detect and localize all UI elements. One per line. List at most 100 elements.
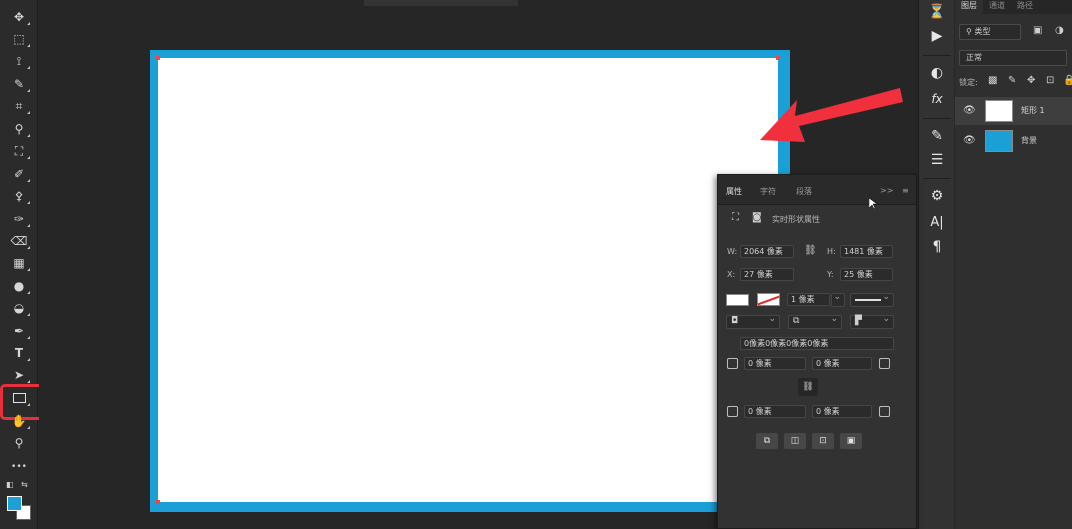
stroke-cap-dropdown[interactable]: ⧉ — [788, 314, 842, 329]
exclude-shapes-button[interactable]: ▣ — [840, 433, 862, 449]
blend-mode-select[interactable]: 正常 — [959, 50, 1067, 66]
swap-colors-icon[interactable]: ⇆ — [21, 480, 28, 489]
link-icon[interactable]: ⛓ — [804, 245, 817, 256]
corner-radii-field[interactable]: 0像素0像素0像素0像素 — [740, 337, 894, 350]
image-filter-icon[interactable]: ▣ — [1033, 25, 1042, 36]
corner-br-field[interactable]: 0 像素 — [812, 405, 872, 418]
tab-properties[interactable]: 属性 — [726, 186, 742, 197]
layer-row-rectangle[interactable]: 👁 矩形 1 — [955, 97, 1072, 125]
x-field[interactable]: 27 像素 — [740, 268, 794, 281]
mouse-cursor — [869, 198, 877, 210]
combine-shapes-button[interactable]: ⧉ — [756, 433, 778, 449]
corner-tl-field[interactable]: 0 像素 — [744, 357, 806, 370]
dock-separator — [923, 118, 951, 119]
photoshop-window: ✥ ⬚ ⟟ ✎ ⌗ ⚲ ⛶ ✐ ⚴ ✑ ⌫ ▦ ● ◒ ✒ T ➤ ✋ ⚲ ••… — [0, 0, 1072, 529]
patch-tool[interactable]: ⛶ — [8, 142, 30, 160]
tab-character[interactable]: 字符 — [760, 186, 776, 197]
corner-bl-field[interactable]: 0 像素 — [744, 405, 806, 418]
properties-icon[interactable]: ⚙ — [927, 186, 947, 206]
h-label: H: — [827, 247, 836, 256]
lock-image-icon[interactable]: ✎ — [1008, 75, 1016, 86]
subtract-shapes-button[interactable]: ◫ — [784, 433, 806, 449]
anchor-point-top-left[interactable] — [156, 56, 160, 60]
character-icon[interactable]: A| — [927, 212, 947, 232]
visibility-eye-icon[interactable]: 👁 — [963, 135, 976, 146]
anchor-point-top-right[interactable] — [776, 56, 780, 60]
link-corners-button[interactable]: ⛓ — [798, 378, 818, 396]
panel-menu-icon[interactable]: ≡ — [902, 186, 909, 195]
lock-transparent-icon[interactable]: ▩ — [988, 75, 997, 86]
lock-all-icon[interactable]: 🔒 — [1063, 75, 1072, 86]
height-field[interactable]: 1481 像素 — [840, 245, 893, 258]
stroke-width-field[interactable]: 1 像素 — [787, 293, 830, 306]
adjustment-filter-icon[interactable]: ◑ — [1055, 25, 1064, 36]
layer-row-background[interactable]: 👁 背景 — [955, 127, 1072, 155]
layers-tabs: 图层 通道 路径 — [955, 0, 1072, 14]
history-brush-tool[interactable]: ✑ — [8, 210, 30, 228]
crop-tool[interactable]: ⌗ — [8, 97, 30, 115]
lock-position-icon[interactable]: ✥ — [1027, 75, 1035, 86]
properties-panel: 属性 字符 段落 >> ≡ ⛶ ◙ 实时形状属性 W: 2064 像素 ⛓ H:… — [717, 174, 917, 529]
stroke-corner-dropdown[interactable]: ▛ — [850, 314, 894, 329]
marquee-tool[interactable]: ⬚ — [8, 30, 30, 48]
fill-color-swatch[interactable] — [726, 294, 749, 306]
dodge-tool[interactable]: ◒ — [8, 299, 30, 317]
sliders-icon[interactable]: ☰ — [927, 150, 947, 170]
stroke-align-icon: ◘ — [731, 316, 739, 326]
lock-artboard-icon[interactable]: ⊡ — [1046, 75, 1054, 86]
mask-icon[interactable]: ◙ — [752, 212, 762, 223]
brush-settings-icon[interactable]: ✎ — [927, 126, 947, 146]
type-tool[interactable]: T — [8, 344, 30, 362]
annotation-arrow — [760, 88, 903, 142]
width-field[interactable]: 2064 像素 — [740, 245, 794, 258]
tab-paragraph[interactable]: 段落 — [796, 186, 812, 197]
blur-tool[interactable]: ● — [8, 277, 30, 295]
pen-tool[interactable]: ✒ — [8, 322, 30, 340]
link-icon: ⛓ — [802, 382, 814, 392]
tab-paths[interactable]: 路径 — [1011, 0, 1039, 14]
corner-tr-field[interactable]: 0 像素 — [812, 357, 872, 370]
visibility-eye-icon[interactable]: 👁 — [963, 105, 976, 116]
no-stroke-slash — [758, 294, 779, 305]
default-colors-icon[interactable]: ◧ — [6, 480, 14, 489]
stroke-line-preview — [855, 299, 881, 301]
play-icon[interactable]: ▶ — [927, 26, 947, 46]
shape-transform-icon[interactable]: ⛶ — [732, 212, 739, 223]
stroke-type-dropdown[interactable] — [850, 292, 894, 307]
tools-panel: ✥ ⬚ ⟟ ✎ ⌗ ⚲ ⛶ ✐ ⚴ ✑ ⌫ ▦ ● ◒ ✒ T ➤ ✋ ⚲ ••… — [0, 0, 52, 529]
fx-icon[interactable]: fx — [927, 89, 947, 109]
y-field[interactable]: 25 像素 — [840, 268, 893, 281]
eraser-tool[interactable]: ⌫ — [8, 232, 30, 250]
zoom-tool[interactable]: ⚲ — [8, 434, 30, 452]
stroke-width-dropdown[interactable] — [831, 292, 845, 307]
adjust-icon[interactable]: ◐ — [927, 63, 947, 83]
layer-filter-select[interactable]: ⚲ 类型 — [959, 24, 1021, 40]
intersect-shapes-button[interactable]: ⊡ — [812, 433, 834, 449]
tab-channels[interactable]: 通道 — [983, 0, 1011, 14]
stroke-color-swatch[interactable] — [757, 293, 780, 306]
foreground-color-swatch[interactable] — [7, 496, 22, 511]
lasso-tool[interactable]: ⟟ — [8, 52, 30, 70]
path-select-tool[interactable]: ➤ — [8, 366, 30, 384]
corner-tr-icon — [879, 358, 890, 369]
quick-select-tool[interactable]: ✎ — [8, 75, 30, 93]
paragraph-icon[interactable]: ¶ — [927, 237, 947, 257]
expand-panel-button[interactable]: >> — [880, 186, 893, 195]
anchor-point-bottom-left[interactable] — [156, 500, 160, 504]
hand-tool[interactable]: ✋ — [8, 412, 30, 430]
rectangle-shape[interactable] — [158, 58, 778, 502]
layer-thumbnail — [985, 130, 1013, 152]
tab-layers[interactable]: 图层 — [955, 0, 983, 14]
gradient-tool[interactable]: ▦ — [8, 254, 30, 272]
history-icon[interactable]: ⏳ — [927, 2, 947, 22]
properties-tabs: 属性 字符 段落 >> ≡ — [718, 175, 916, 205]
document-tab[interactable] — [364, 0, 518, 6]
brush-tool[interactable]: ✐ — [8, 165, 30, 183]
move-tool[interactable]: ✥ — [8, 8, 30, 26]
more-tools[interactable]: ••• — [8, 458, 30, 476]
dock-separator — [923, 178, 951, 179]
stroke-align-dropdown[interactable]: ◘ — [726, 314, 780, 329]
stamp-tool[interactable]: ⚴ — [8, 187, 30, 205]
lock-label: 锁定: — [959, 78, 978, 87]
eyedropper-tool[interactable]: ⚲ — [8, 120, 30, 138]
